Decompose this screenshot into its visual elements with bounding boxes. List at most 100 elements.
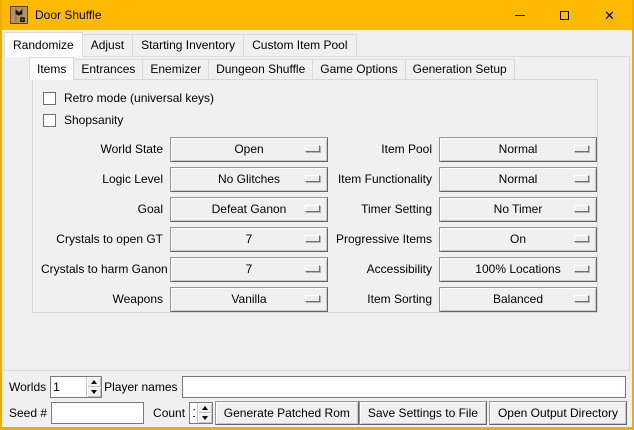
close-button[interactable]: ✕: [587, 0, 632, 30]
dropdown-indicator-icon: [574, 145, 589, 152]
dropdown-indicator-icon: [574, 175, 589, 182]
window-title: Door Shuffle: [35, 8, 102, 22]
save-settings-label: Save Settings to File: [368, 406, 478, 420]
count-label: Count: [153, 406, 185, 420]
logic-level-value: No Glitches: [218, 172, 280, 186]
option-row-4: Crystals to open GT 7 Progressive Items …: [41, 224, 594, 254]
tab-starting-inventory[interactable]: Starting Inventory: [132, 34, 244, 56]
weapons-dropdown[interactable]: Vanilla: [170, 287, 328, 312]
dropdown-indicator-icon: [305, 265, 320, 272]
weapons-value: Vanilla: [231, 292, 266, 306]
retro-mode-row: Retro mode (universal keys): [43, 87, 594, 109]
shopsanity-label: Shopsanity: [64, 113, 123, 127]
tab-items-label: Items: [37, 62, 66, 76]
worlds-spin-down-button[interactable]: [87, 387, 101, 397]
crystals-harm-ganon-dropdown[interactable]: 7: [170, 257, 328, 282]
item-pool-dropdown[interactable]: Normal: [439, 137, 597, 162]
count-spin-buttons: [197, 403, 212, 423]
seed-input[interactable]: [51, 402, 144, 424]
sub-tab-bar: Items Entrances Enemizer Dungeon Shuffle…: [29, 57, 629, 79]
tab-randomize[interactable]: Randomize: [4, 32, 83, 57]
item-sorting-label: Item Sorting: [328, 292, 432, 306]
main-tab-bar: Randomize Adjust Starting Inventory Cust…: [2, 30, 632, 56]
tab-randomize-label: Randomize: [13, 38, 74, 52]
timer-setting-dropdown[interactable]: No Timer: [439, 197, 597, 222]
dropdown-indicator-icon: [305, 235, 320, 242]
tab-game-options[interactable]: Game Options: [312, 59, 405, 79]
tab-adjust[interactable]: Adjust: [82, 34, 133, 56]
retro-mode-label: Retro mode (universal keys): [64, 91, 214, 105]
count-spin-up-button[interactable]: [198, 403, 212, 413]
dropdown-indicator-icon: [305, 175, 320, 182]
crystals-open-gt-label: Crystals to open GT: [41, 232, 163, 246]
progressive-items-value: On: [510, 232, 526, 246]
crystals-harm-ganon-label: Crystals to harm Ganon: [41, 262, 163, 276]
save-settings-button[interactable]: Save Settings to File: [359, 401, 487, 425]
item-functionality-dropdown[interactable]: Normal: [439, 167, 597, 192]
accessibility-label: Accessibility: [328, 262, 432, 276]
arrow-up-icon: [91, 380, 97, 384]
arrow-down-icon: [202, 416, 208, 420]
tab-generation-setup[interactable]: Generation Setup: [405, 59, 515, 79]
item-functionality-value: Normal: [499, 172, 538, 186]
option-row-2: Logic Level No Glitches Item Functionali…: [41, 164, 594, 194]
player-names-input[interactable]: [182, 376, 627, 398]
option-row-1: World State Open Item Pool Normal: [41, 134, 594, 164]
maximize-button[interactable]: [542, 0, 587, 30]
goal-dropdown[interactable]: Defeat Ganon: [170, 197, 328, 222]
tab-entrances-label: Entrances: [81, 62, 135, 76]
item-functionality-label: Item Functionality: [328, 172, 432, 186]
randomize-pane: Items Entrances Enemizer Dungeon Shuffle…: [4, 56, 630, 371]
accessibility-value: 100% Locations: [475, 262, 560, 276]
tab-entrances[interactable]: Entrances: [73, 59, 143, 79]
item-pool-label: Item Pool: [328, 142, 432, 156]
retro-mode-checkbox[interactable]: [43, 92, 56, 105]
worlds-label: Worlds: [9, 380, 46, 394]
dropdown-indicator-icon: [305, 145, 320, 152]
option-row-3: Goal Defeat Ganon Timer Setting No Timer: [41, 194, 594, 224]
count-input[interactable]: [190, 403, 197, 423]
seed-label: Seed #: [9, 406, 47, 420]
worlds-spin-buttons: [86, 377, 101, 397]
shopsanity-checkbox[interactable]: [43, 114, 56, 127]
logic-level-dropdown[interactable]: No Glitches: [170, 167, 328, 192]
tab-dungeon-shuffle[interactable]: Dungeon Shuffle: [208, 59, 313, 79]
weapons-label: Weapons: [41, 292, 163, 306]
arrow-down-icon: [91, 390, 97, 394]
seed-row: Seed # Count Generate Patched Rom Save S…: [7, 401, 627, 424]
world-state-dropdown[interactable]: Open: [170, 137, 328, 162]
tab-enemizer[interactable]: Enemizer: [142, 59, 209, 79]
open-output-directory-label: Open Output Directory: [498, 406, 618, 420]
titlebar[interactable]: Door Shuffle ✕: [2, 0, 632, 30]
count-spin-down-button[interactable]: [198, 413, 212, 423]
worlds-row: Worlds Player names: [7, 375, 627, 398]
minimize-button[interactable]: [497, 0, 542, 30]
dropdown-indicator-icon: [574, 235, 589, 242]
options-grid: World State Open Item Pool Normal Logic …: [41, 134, 594, 314]
generate-patched-rom-button[interactable]: Generate Patched Rom: [215, 401, 359, 425]
progressive-items-dropdown[interactable]: On: [439, 227, 597, 252]
door-shuffle-window: Door Shuffle ✕ Randomize Adjust Starting…: [0, 0, 634, 430]
worlds-spinner: [50, 376, 102, 398]
option-row-6: Weapons Vanilla Item Sorting Balanced: [41, 284, 594, 314]
open-output-directory-button[interactable]: Open Output Directory: [489, 401, 627, 425]
player-names-label: Player names: [104, 380, 177, 394]
arrow-up-icon: [202, 406, 208, 410]
worlds-spin-up-button[interactable]: [87, 377, 101, 387]
world-state-value: Open: [234, 142, 263, 156]
accessibility-dropdown[interactable]: 100% Locations: [439, 257, 597, 282]
item-sorting-dropdown[interactable]: Balanced: [439, 287, 597, 312]
crystals-open-gt-value: 7: [246, 232, 253, 246]
tab-game-options-label: Game Options: [320, 62, 397, 76]
minimize-icon: [515, 15, 525, 16]
crystals-open-gt-dropdown[interactable]: 7: [170, 227, 328, 252]
timer-setting-value: No Timer: [494, 202, 543, 216]
worlds-input[interactable]: [51, 377, 86, 397]
tab-custom-item-pool[interactable]: Custom Item Pool: [243, 34, 356, 56]
crystals-harm-ganon-value: 7: [246, 262, 253, 276]
logic-level-label: Logic Level: [41, 172, 163, 186]
close-icon: ✕: [604, 9, 615, 22]
tab-adjust-label: Adjust: [91, 38, 124, 52]
dropdown-indicator-icon: [574, 205, 589, 212]
tab-items[interactable]: Items: [29, 57, 74, 80]
